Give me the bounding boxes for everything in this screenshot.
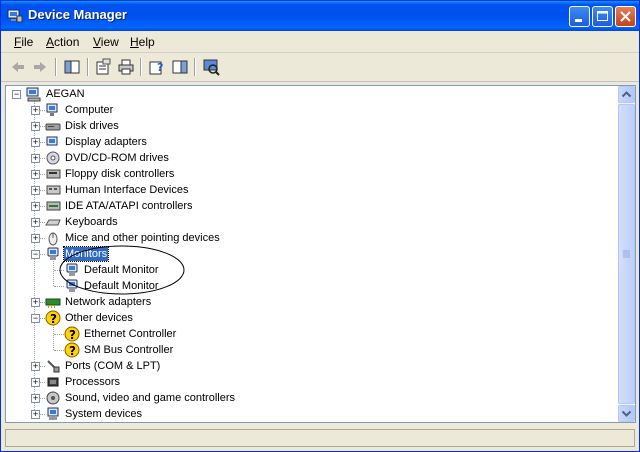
show-hide-action-pane-icon[interactable] <box>171 58 189 76</box>
svg-text:?: ? <box>69 344 76 358</box>
tree-guide-line <box>54 350 64 352</box>
status-panel <box>5 429 635 447</box>
maximize-icon <box>597 11 608 21</box>
scroll-thumb[interactable] <box>618 104 635 404</box>
toolbar: ? <box>1 53 639 82</box>
svg-text:?: ? <box>69 328 76 342</box>
tree-category-disk-drive[interactable]: Disk drives <box>65 119 119 133</box>
tree-category-cdrom[interactable]: DVD/CD-ROM drives <box>65 151 169 165</box>
disk-drive-icon <box>45 123 61 131</box>
toolbar-separator <box>194 58 196 76</box>
computer-root-icon <box>26 87 41 102</box>
menu-file[interactable]: File <box>14 35 33 49</box>
status-bar <box>1 425 639 451</box>
show-hide-tree-icon[interactable] <box>63 58 81 76</box>
print-icon[interactable] <box>117 58 135 76</box>
menu-action[interactable]: Action <box>46 35 79 49</box>
tree-category-sound[interactable]: Sound, video and game controllers <box>65 391 235 405</box>
close-button[interactable] <box>615 6 636 27</box>
floppy-controller-icon <box>46 169 61 179</box>
tree-category-hid[interactable]: Human Interface Devices <box>65 183 189 197</box>
tree-root-label[interactable]: AEGAN <box>46 87 85 101</box>
tree-device[interactable]: SM Bus Controller <box>84 343 173 357</box>
menu-bar: File Action View Help <box>1 31 639 53</box>
ide-controller-icon <box>46 201 61 211</box>
tree-category-unknown-device[interactable]: Other devices <box>65 311 133 325</box>
sound-icon <box>46 391 60 405</box>
warning-device-icon: ? <box>64 342 80 358</box>
tree-category-keyboard[interactable]: Keyboards <box>65 215 118 229</box>
tree-category-network-adapter[interactable]: Network adapters <box>65 295 151 309</box>
tree-category-floppy-controller[interactable]: Floppy disk controllers <box>65 167 174 181</box>
tree-device[interactable]: Ethernet Controller <box>84 327 176 341</box>
toolbar-separator <box>140 58 142 76</box>
cdrom-icon <box>46 151 60 165</box>
device-tree[interactable]: − AEGAN + Computer + Disk drives + Display ad… <box>5 85 636 423</box>
port-icon <box>47 360 60 373</box>
tree-guide-line <box>53 258 55 286</box>
properties-icon[interactable] <box>94 58 112 76</box>
scan-hardware-icon[interactable] <box>202 58 220 76</box>
tree-category-system-device[interactable]: System devices <box>65 407 142 421</box>
minimize-button[interactable] <box>569 6 590 27</box>
back-icon[interactable] <box>9 58 27 76</box>
system-device-icon <box>47 407 59 420</box>
title-bar[interactable]: Device Manager <box>1 1 639 31</box>
maximize-button[interactable] <box>592 6 613 27</box>
help-icon[interactable]: ? <box>148 58 166 76</box>
svg-text:?: ? <box>50 312 57 326</box>
processor-icon <box>47 377 59 387</box>
tree-category-port[interactable]: Ports (COM & LPT) <box>65 359 160 373</box>
device-manager-window: Device Manager File Action View Help ? −… <box>0 0 640 452</box>
device-manager-icon <box>7 9 23 23</box>
unknown-device-icon: ? <box>45 310 61 326</box>
network-adapter-icon <box>45 298 61 308</box>
svg-text:?: ? <box>157 61 163 74</box>
menu-file-rest: ile <box>21 35 34 49</box>
tree-category-computer[interactable]: Computer <box>65 103 113 117</box>
close-icon <box>620 11 631 22</box>
arrow-up-icon <box>621 91 632 98</box>
menu-help[interactable]: Help <box>130 35 155 49</box>
keyboard-icon <box>45 219 61 226</box>
tree-guide-line <box>53 322 55 350</box>
scroll-down-button[interactable] <box>618 405 635 422</box>
tree-category-ide-controller[interactable]: IDE ATA/ATAPI controllers <box>65 199 193 213</box>
computer-icon <box>46 103 58 116</box>
root-collapse-toggle[interactable]: − <box>12 90 21 99</box>
warning-device-icon: ? <box>64 326 80 342</box>
grip-icon <box>623 250 630 258</box>
arrow-down-icon <box>621 410 632 417</box>
forward-icon[interactable] <box>31 58 49 76</box>
minimize-icon <box>575 19 582 22</box>
display-adapter-icon <box>46 136 58 146</box>
toolbar-separator <box>87 58 89 76</box>
tree-category-display-adapter[interactable]: Display adapters <box>65 135 147 149</box>
toolbar-separator <box>55 58 57 76</box>
scroll-up-button[interactable] <box>618 86 635 103</box>
window-title: Device Manager <box>28 7 127 22</box>
hid-icon <box>46 185 61 195</box>
annotation-ellipse <box>59 245 185 295</box>
menu-view[interactable]: View <box>93 35 119 49</box>
vertical-scrollbar[interactable] <box>618 86 635 422</box>
tree-category-mouse[interactable]: Mice and other pointing devices <box>65 231 220 245</box>
tree-category-processor[interactable]: Processors <box>65 375 120 389</box>
tree-guide-line <box>54 334 64 336</box>
